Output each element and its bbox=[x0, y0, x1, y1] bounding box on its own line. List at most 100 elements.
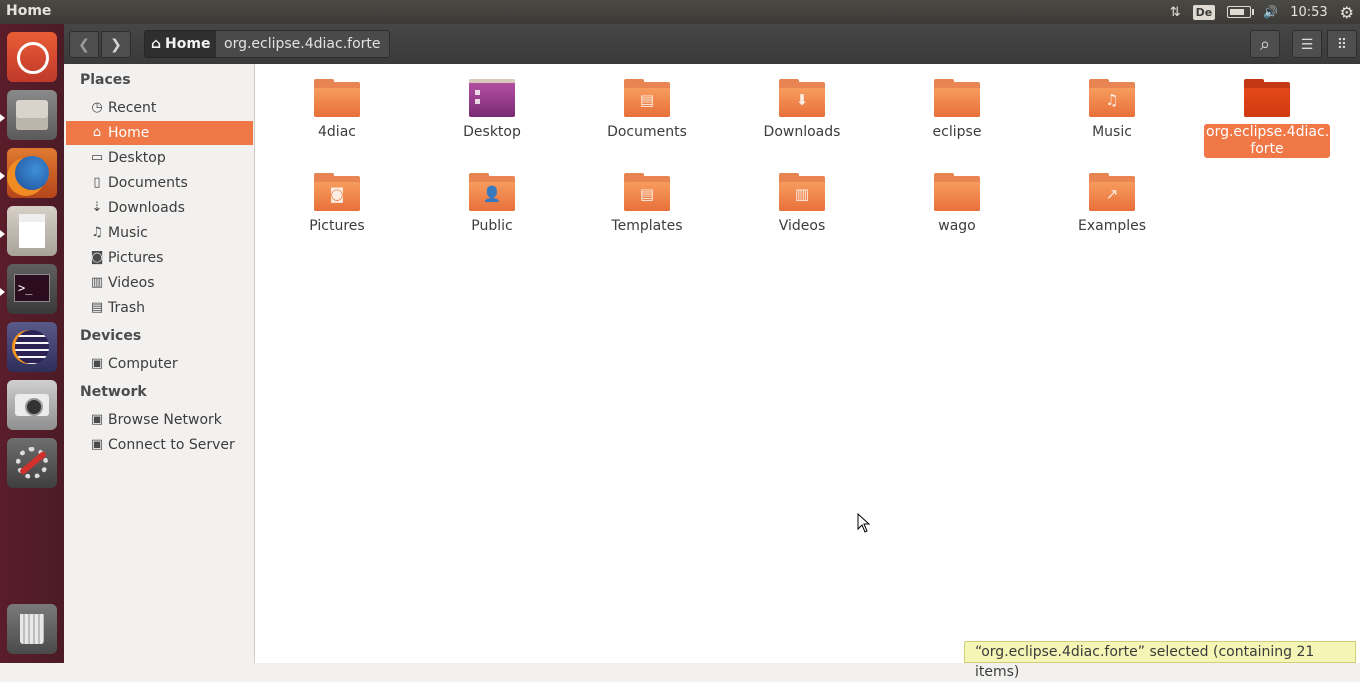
running-indicator bbox=[0, 230, 5, 238]
sidebar-item-pictures[interactable]: ◙ Pictures bbox=[66, 246, 253, 270]
folder-icon: ▤ bbox=[624, 173, 670, 211]
sidebar-item-recent[interactable]: ◷ Recent bbox=[66, 96, 253, 120]
sidebar-item-label: Pictures bbox=[108, 250, 164, 266]
file-item[interactable]: ◙ Pictures bbox=[272, 158, 402, 235]
sidebar-item-label: Trash bbox=[108, 300, 145, 316]
file-name-line: org.eclipse.4diac. bbox=[1206, 124, 1330, 140]
file-item[interactable]: ⬇ Downloads bbox=[737, 64, 867, 141]
file-item[interactable]: ▥ Videos bbox=[737, 158, 867, 235]
sidebar-item-downloads[interactable]: ⇣ Downloads bbox=[66, 196, 253, 220]
places-header: Places bbox=[80, 72, 131, 88]
view-toggle-button[interactable]: ⠿ bbox=[1327, 30, 1357, 58]
path-home-button[interactable]: ⌂ Home bbox=[144, 30, 218, 58]
trash-icon[interactable] bbox=[7, 604, 57, 654]
folder-icon bbox=[314, 79, 360, 117]
top-panel: Home ⇅ De 🔊 10:53 ⚙ bbox=[0, 0, 1360, 24]
menu-button[interactable]: ☰ bbox=[1292, 30, 1322, 58]
terminal-icon[interactable]: >_ bbox=[7, 264, 57, 314]
file-name: Public bbox=[471, 218, 513, 234]
path-crumb-button[interactable]: org.eclipse.4diac.forte bbox=[215, 30, 390, 58]
file-item[interactable]: org.eclipse.4diac. forte bbox=[1202, 64, 1332, 158]
file-item[interactable]: ♫ Music bbox=[1047, 64, 1177, 141]
sidebar-item-documents[interactable]: ▯ Documents bbox=[66, 171, 253, 195]
home-icon: ⌂ bbox=[92, 125, 102, 140]
file-item[interactable]: ▤ Templates bbox=[582, 158, 712, 235]
sidebar-item-label: Browse Network bbox=[108, 412, 222, 428]
running-indicator bbox=[0, 172, 5, 180]
camera-icon[interactable] bbox=[7, 380, 57, 430]
eclipse-icon[interactable] bbox=[7, 322, 57, 372]
document-icon: ▯ bbox=[93, 175, 101, 190]
home-icon: ⌂ bbox=[151, 35, 162, 52]
firefox-icon[interactable] bbox=[7, 148, 57, 198]
file-item[interactable]: ▤ Documents bbox=[582, 64, 712, 141]
folder-icon bbox=[1244, 79, 1290, 117]
folder-icon: ⬇ bbox=[779, 79, 825, 117]
window-title: Home bbox=[6, 3, 52, 19]
trash-icon: ▤ bbox=[90, 300, 104, 315]
search-icon: ⌕ bbox=[1259, 34, 1271, 55]
folder-emblem-icon: ◙ bbox=[329, 185, 345, 203]
system-settings-icon[interactable] bbox=[7, 438, 57, 488]
sidebar-item-computer[interactable]: ▣ Computer bbox=[66, 352, 253, 376]
files-icon[interactable] bbox=[7, 90, 57, 140]
file-item[interactable]: Desktop bbox=[427, 64, 557, 141]
sidebar-item-browse-network[interactable]: ▣ Browse Network bbox=[66, 408, 253, 432]
devices-header: Devices bbox=[80, 328, 142, 344]
sidebar-item-trash[interactable]: ▤ Trash bbox=[66, 296, 253, 320]
forward-button[interactable]: ❯ bbox=[101, 31, 131, 58]
drive-icon: ▣ bbox=[90, 356, 104, 371]
network-icon[interactable]: ⇅ bbox=[1170, 5, 1181, 20]
power-gear-icon[interactable]: ⚙ bbox=[1340, 3, 1354, 22]
sidebar-item-desktop[interactable]: ▭ Desktop bbox=[66, 146, 253, 170]
sidebar-item-label: Downloads bbox=[108, 200, 185, 216]
clock[interactable]: 10:53 bbox=[1290, 5, 1327, 20]
file-name: Templates bbox=[611, 218, 683, 234]
sidebar-item-label: Connect to Server bbox=[108, 437, 235, 453]
battery-icon[interactable] bbox=[1227, 6, 1255, 18]
file-name: Music bbox=[1092, 124, 1132, 140]
sidebar-item-connect-to-server[interactable]: ▣ Connect to Server bbox=[66, 433, 253, 457]
sidebar-item-label: Videos bbox=[108, 275, 155, 291]
music-icon: ♫ bbox=[91, 225, 103, 240]
volume-icon[interactable]: 🔊 bbox=[1263, 5, 1278, 19]
sidebar-item-home[interactable]: ⌂ Home bbox=[66, 121, 253, 145]
file-item[interactable]: eclipse bbox=[892, 64, 1022, 141]
keyboard-layout-indicator[interactable]: De bbox=[1192, 4, 1216, 20]
file-item[interactable]: 4diac bbox=[272, 64, 402, 141]
path-home-label: Home bbox=[165, 35, 211, 52]
launcher: >_ bbox=[0, 24, 64, 663]
file-item[interactable]: wago bbox=[892, 158, 1022, 235]
download-icon: ⇣ bbox=[91, 200, 103, 215]
folder-emblem-icon: ▤ bbox=[639, 91, 655, 109]
folder-icon: ↗ bbox=[1089, 173, 1135, 211]
header-bar: ❮ ❯ ⌂ Home org.eclipse.4diac.forte ⌕ ☰ ⠿ bbox=[64, 24, 1360, 64]
text-editor-icon[interactable] bbox=[7, 206, 57, 256]
file-name: Desktop bbox=[463, 124, 521, 140]
running-indicator bbox=[0, 114, 5, 122]
folder-emblem-icon: ▥ bbox=[794, 185, 810, 203]
folder-icon: ◙ bbox=[314, 173, 360, 211]
status-overlay: “org.eclipse.4diac.forte” selected (cont… bbox=[964, 641, 1356, 680]
file-item[interactable]: 👤 Public bbox=[427, 158, 557, 235]
folder-icon: ♫ bbox=[1089, 79, 1135, 117]
folder-emblem-icon: 👤 bbox=[482, 185, 502, 203]
grid-icon: ⠿ bbox=[1336, 37, 1348, 53]
sidebar-item-videos[interactable]: ▥ Videos bbox=[66, 271, 253, 295]
sidebar-item-label: Recent bbox=[108, 100, 157, 116]
file-name-line: forte bbox=[1250, 141, 1284, 157]
back-button[interactable]: ❮ bbox=[69, 31, 99, 58]
search-button[interactable]: ⌕ bbox=[1250, 30, 1280, 58]
sidebar-item-music[interactable]: ♫ Music bbox=[66, 221, 253, 245]
ubuntu-dash-icon[interactable] bbox=[7, 32, 57, 82]
network-header: Network bbox=[80, 384, 147, 400]
file-item[interactable]: ↗ Examples bbox=[1047, 158, 1177, 235]
file-name: Videos bbox=[778, 218, 826, 234]
server-icon: ▣ bbox=[90, 437, 104, 452]
sidebar-item-label: Computer bbox=[108, 356, 178, 372]
file-name: Pictures bbox=[309, 218, 365, 234]
menu-icon: ☰ bbox=[1300, 37, 1314, 53]
folder-icon: ▥ bbox=[779, 173, 825, 211]
file-view[interactable]: 4diac Desktop ▤ Documents ⬇ Downloads eclipse ♫… bbox=[255, 64, 1360, 663]
folder-emblem-icon: ▤ bbox=[639, 185, 655, 203]
